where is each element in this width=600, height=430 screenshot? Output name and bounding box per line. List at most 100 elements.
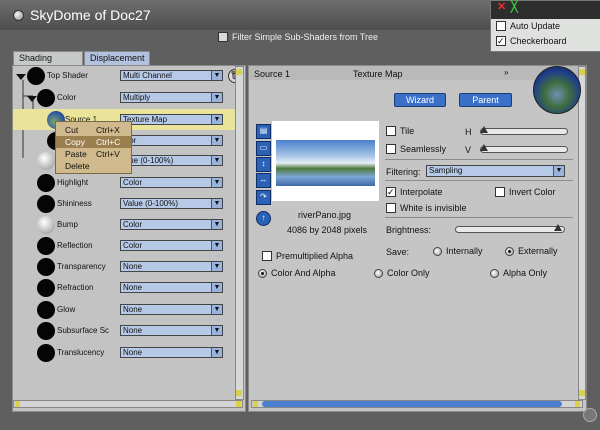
alpha-option-color-only[interactable]: Color Only — [374, 268, 430, 278]
shader-type-select[interactable]: Value (0-100%) ▼ — [120, 198, 223, 209]
checkerboard-checkbox[interactable] — [496, 36, 506, 46]
radio-color-only[interactable] — [374, 268, 383, 278]
shader-type-select[interactable]: None ▼ — [120, 304, 223, 315]
shader-type-select[interactable]: Color ▼ — [120, 177, 223, 188]
slider-knob[interactable] — [480, 144, 488, 151]
alpha-option-color-and-alpha[interactable]: Color And Alpha — [258, 268, 336, 278]
fit-horizontal-icon[interactable]: ↔ — [256, 173, 271, 188]
tab-shading[interactable]: Shading — [13, 51, 83, 65]
filter-option[interactable]: Filter Simple Sub-Shaders from Tree — [218, 32, 378, 42]
tree-horizontal-scrollbar[interactable] — [13, 400, 243, 408]
shader-type-select[interactable]: None ▼ — [120, 261, 223, 272]
open-image-icon[interactable]: ▤ — [256, 124, 271, 139]
tree-row-subsurface[interactable]: Subsurface Sc None ▼ — [13, 321, 227, 342]
shader-type-select[interactable]: None ▼ — [120, 282, 223, 293]
premultiplied-option[interactable]: Premultiplied Alpha — [262, 251, 353, 261]
premultiplied-checkbox[interactable] — [262, 251, 272, 261]
invert-color-checkbox[interactable] — [495, 187, 505, 197]
brightness-slider[interactable] — [455, 224, 565, 233]
save-option-internally[interactable]: Internally — [433, 246, 483, 256]
radio-externally[interactable] — [505, 246, 514, 256]
interpolate-checkbox[interactable] — [386, 187, 396, 197]
radio-label: Alpha Only — [503, 268, 548, 278]
scroll-down-thumb[interactable] — [579, 390, 585, 396]
menu-item-copy[interactable]: Copy Ctrl+C — [56, 136, 131, 148]
save-option-externally[interactable]: Externally — [505, 246, 558, 256]
y-axis-icon: ╳ — [511, 1, 518, 13]
scroll-up-thumb[interactable] — [579, 69, 585, 75]
tree-row-translucency[interactable]: Translucency None ▼ — [13, 343, 227, 364]
preview-popup: ✕ ╳ Auto Update Checkerboard — [490, 0, 600, 52]
shader-type-select[interactable]: Texture Map ▼ — [120, 114, 223, 125]
shader-type-select[interactable]: Multiply ▼ — [120, 92, 223, 103]
tree-row-reflection[interactable]: Reflection Color ▼ — [13, 236, 227, 257]
tree-vertical-scrollbar[interactable] — [235, 66, 244, 400]
rotate-icon[interactable]: ↷ — [256, 190, 271, 205]
white-invisible-option[interactable]: White is invisible — [386, 203, 467, 213]
slider-knob[interactable] — [554, 224, 562, 231]
brightness-label: Brightness: — [386, 225, 432, 235]
folder-icon[interactable]: ▭ — [256, 141, 271, 156]
tree-row-bump[interactable]: Bump Color ▼ — [13, 215, 227, 236]
scroll-left-thumb[interactable] — [253, 401, 258, 407]
slider-knob[interactable] — [480, 126, 488, 133]
tree-row-glow[interactable]: Glow None ▼ — [13, 300, 227, 321]
shader-type-select[interactable]: None ▼ — [120, 325, 223, 336]
tree-row-shininess[interactable]: Shininess Value (0-100%) ▼ — [13, 194, 227, 215]
scroll-right-thumb[interactable] — [236, 401, 241, 407]
parent-button[interactable]: Parent — [459, 93, 512, 107]
scroll-up-thumb[interactable] — [236, 69, 242, 75]
window-menu-icon[interactable] — [13, 10, 24, 21]
shader-type-select[interactable]: alue (0-100%) ▼ — [120, 155, 223, 166]
shader-type-select[interactable]: Color ▼ — [120, 219, 223, 230]
shader-type-select[interactable]: None ▼ — [120, 347, 223, 358]
select-value: None — [123, 283, 143, 292]
panel-vertical-scrollbar[interactable] — [578, 66, 586, 400]
radio-internally[interactable] — [433, 246, 442, 256]
menu-item-delete[interactable]: Delete — [56, 160, 131, 172]
shader-type-select[interactable]: Multi Channel ▼ — [120, 70, 223, 81]
resize-handle-icon[interactable] — [583, 408, 597, 422]
interpolate-option[interactable]: Interpolate — [386, 187, 443, 197]
auto-update-checkbox[interactable] — [496, 21, 506, 31]
wizard-button[interactable]: Wizard — [394, 93, 446, 107]
scroll-down-thumb[interactable] — [236, 390, 242, 396]
scroll-thumb[interactable] — [262, 401, 562, 407]
checkerboard-option[interactable]: Checkerboard — [496, 36, 567, 46]
filter-checkbox[interactable] — [218, 32, 228, 42]
shader-type-select[interactable]: olor ▼ — [120, 135, 223, 146]
menu-item-shortcut: Ctrl+C — [96, 137, 121, 147]
tile-option[interactable]: Tile — [386, 126, 414, 136]
tile-v-slider[interactable] — [480, 144, 568, 153]
tree-row-refraction[interactable]: Refraction None ▼ — [13, 278, 227, 299]
alpha-option-alpha-only[interactable]: Alpha Only — [490, 268, 547, 278]
chevron-down-icon: ▼ — [211, 156, 222, 165]
tree-row-top-shader[interactable]: Top Shader Multi Channel ▼ 🗑 — [13, 66, 242, 87]
filtering-select[interactable]: Sampling ▼ — [426, 165, 565, 177]
tile-checkbox[interactable] — [386, 126, 396, 136]
auto-update-option[interactable]: Auto Update — [496, 21, 560, 31]
seamless-option[interactable]: Seamlessly — [386, 144, 446, 154]
seamless-checkbox[interactable] — [386, 144, 396, 154]
invert-color-option[interactable]: Invert Color — [495, 187, 556, 197]
tree-row-transparency[interactable]: Transparency None ▼ — [13, 257, 227, 278]
white-invisible-checkbox[interactable] — [386, 203, 396, 213]
radio-alpha-only[interactable] — [490, 268, 499, 278]
arrow-up-icon[interactable]: ↑ — [256, 211, 271, 226]
radio-color-and-alpha[interactable] — [258, 268, 267, 278]
shader-type-select[interactable]: Color ▼ — [120, 240, 223, 251]
radio-label: Externally — [518, 246, 558, 256]
tile-h-slider[interactable] — [480, 126, 568, 135]
fit-vertical-icon[interactable]: ↕ — [256, 157, 271, 172]
double-chevron-down-icon[interactable]: » — [504, 68, 508, 77]
scroll-left-thumb[interactable] — [15, 401, 20, 407]
tree-row-color[interactable]: Color Multiply ▼ — [13, 87, 227, 108]
tree-row-highlight[interactable]: Highlight Color ▼ — [13, 173, 227, 194]
select-value: Color — [123, 241, 143, 250]
menu-item-cut[interactable]: Cut Ctrl+X — [56, 124, 131, 136]
menu-item-paste[interactable]: Paste Ctrl+V — [56, 148, 131, 160]
panel-horizontal-scrollbar[interactable] — [251, 400, 583, 408]
chevron-down-icon: ▼ — [211, 71, 222, 80]
scroll-right-thumb[interactable] — [575, 401, 580, 407]
tab-displacement[interactable]: Displacement — [84, 51, 150, 65]
